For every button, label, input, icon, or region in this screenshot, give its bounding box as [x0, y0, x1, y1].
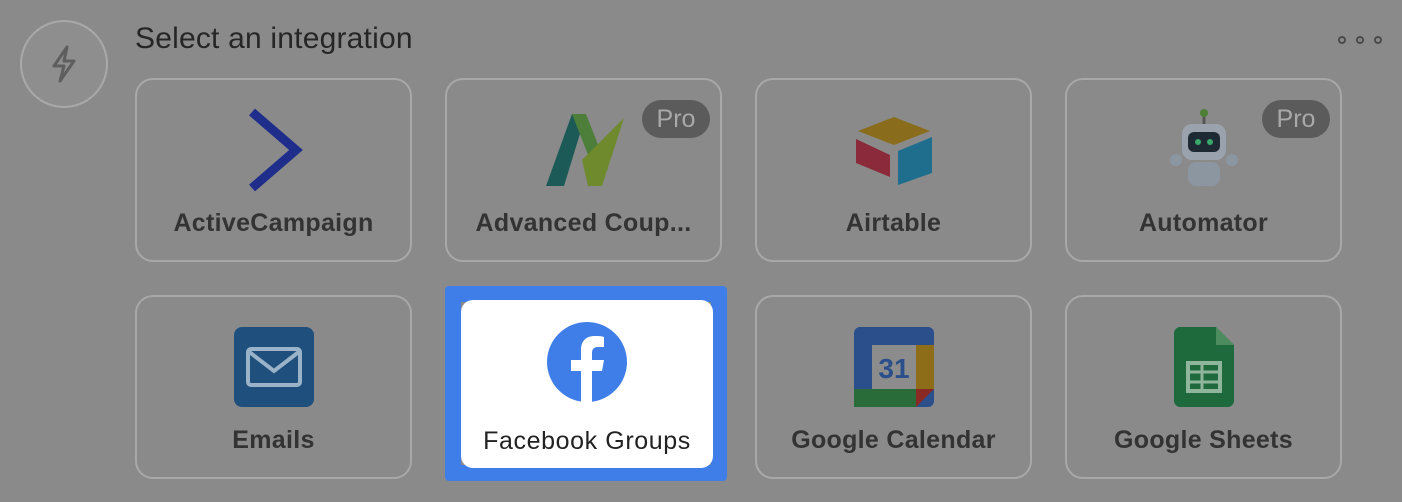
integration-name: ActiveCampaign	[173, 209, 374, 237]
pro-badge: Pro	[1262, 100, 1330, 138]
step-icon-circle	[20, 20, 108, 108]
page-title: Select an integration	[135, 22, 413, 55]
integration-card-activecampaign[interactable]: ActiveCampaign	[135, 78, 412, 262]
integration-card-facebook-groups[interactable]: Facebook Groups	[461, 300, 713, 468]
svg-text:31: 31	[878, 353, 909, 384]
activecampaign-icon	[232, 108, 316, 192]
integration-name: Advanced Coup...	[475, 209, 692, 237]
lightning-bolt-icon	[52, 45, 76, 83]
pro-badge: Pro	[642, 100, 710, 138]
integration-card-google-calendar[interactable]: 31 Google Calendar	[755, 295, 1032, 479]
envelope-icon	[232, 325, 316, 409]
integration-name: Google Calendar	[791, 426, 996, 454]
integration-name: Google Sheets	[1114, 426, 1293, 454]
integration-name: Automator	[1138, 209, 1269, 237]
facebook-icon	[545, 320, 629, 404]
more-options-icon[interactable]	[1338, 30, 1382, 50]
integration-name: Airtable	[845, 209, 942, 237]
integration-card-advanced-coupons[interactable]: Pro Advanced Coup...	[445, 78, 722, 262]
integration-name: Facebook Groups	[483, 427, 691, 455]
integration-card-google-sheets[interactable]: Google Sheets	[1065, 295, 1342, 479]
google-calendar-icon: 31	[852, 325, 936, 409]
integration-name: Emails	[232, 426, 315, 454]
google-sheets-icon	[1162, 325, 1246, 409]
automator-robot-icon	[1162, 108, 1246, 192]
integration-card-emails[interactable]: Emails	[135, 295, 412, 479]
airtable-icon	[852, 108, 936, 192]
advanced-coupons-icon	[542, 108, 626, 192]
integration-card-airtable[interactable]: Airtable	[755, 78, 1032, 262]
integration-card-automator[interactable]: Pro Automator	[1065, 78, 1342, 262]
